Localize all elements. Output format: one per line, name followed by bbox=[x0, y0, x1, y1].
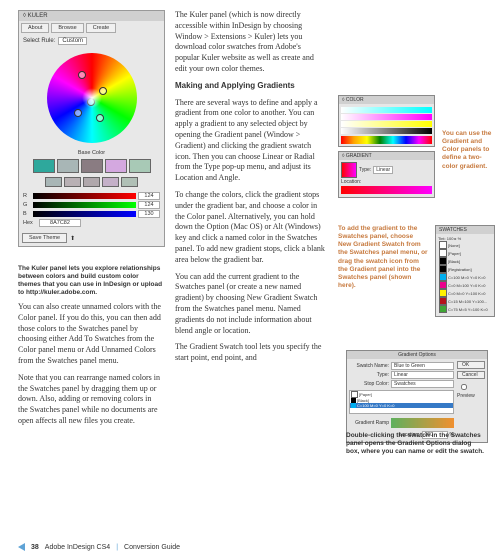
gradopt-stopcolor-dropdown[interactable]: Swatches bbox=[391, 380, 454, 388]
b-value[interactable]: 130 bbox=[138, 210, 160, 218]
r-label: R bbox=[23, 193, 31, 199]
gradient-type-dropdown[interactable]: Linear bbox=[373, 166, 393, 174]
swatch-row[interactable]: [Black] bbox=[438, 257, 492, 265]
col2-p1: The Kuler panel (which is now directly a… bbox=[175, 10, 325, 75]
gradopt-caption: Double-clicking the swatch in the Swatch… bbox=[346, 432, 486, 456]
color-panel: ◊ COLOR bbox=[338, 95, 435, 147]
gradient-location-label: Location: bbox=[341, 179, 361, 185]
hex-value[interactable]: 8A7C82 bbox=[39, 219, 81, 227]
b-slider[interactable] bbox=[33, 211, 136, 217]
footer-guide: Conversion Guide bbox=[124, 544, 180, 551]
kuler-tab-about[interactable]: About bbox=[21, 23, 49, 33]
gradopt-name-input[interactable]: Blue to Green bbox=[391, 362, 454, 370]
swatch-row[interactable]: C=0 M=100 Y=0 K=0 bbox=[438, 281, 492, 289]
g-slider[interactable] bbox=[33, 202, 136, 208]
gradopt-ok-button[interactable]: OK bbox=[457, 361, 485, 369]
gradient-swatch-icon[interactable] bbox=[341, 162, 357, 178]
gradopt-type-label: Type: bbox=[349, 372, 389, 378]
footer-divider: | bbox=[116, 544, 118, 551]
prev-page-arrow[interactable] bbox=[18, 543, 25, 551]
gradient-options-dialog: Gradient Options Swatch Name: Blue to Gr… bbox=[346, 350, 488, 443]
save-theme-button[interactable]: Save Theme bbox=[22, 233, 67, 243]
gradopt-type-dropdown[interactable]: Linear bbox=[391, 371, 454, 379]
gradopt-title: Gradient Options bbox=[347, 351, 487, 359]
col1-p1: You can also create unnamed colors with … bbox=[18, 302, 163, 367]
gradopt-name-label: Swatch Name: bbox=[349, 363, 389, 369]
swatches-title: SWATCHES bbox=[436, 226, 494, 234]
color-wheel[interactable] bbox=[47, 53, 137, 143]
swatches-panel: SWATCHES Tint: 100 ▸ % [None][Paper][Bla… bbox=[435, 225, 495, 317]
color-panel-title: ◊ COLOR bbox=[339, 96, 434, 104]
gradopt-preview-label: Preview bbox=[457, 393, 475, 399]
swatches-list: [None][Paper][Black][Registration]C=100 … bbox=[438, 241, 492, 313]
page-number: 38 bbox=[31, 544, 39, 551]
page-footer: 38 Adobe InDesign CS4 | Conversion Guide bbox=[18, 543, 180, 551]
g-value[interactable]: 124 bbox=[138, 201, 160, 209]
col1-p2: Note that you can rearrange named colors… bbox=[18, 373, 163, 427]
hex-label: Hex bbox=[23, 220, 37, 226]
swatch-row[interactable]: C=15 M=100 Y=100... bbox=[438, 297, 492, 305]
gradient-panel: ◊ GRADIENT Type: Linear Location: bbox=[338, 151, 435, 198]
col2-p3: To change the colors, click the gradient… bbox=[175, 190, 325, 266]
gradopt-stopcolor-label: Stop Color: bbox=[349, 381, 389, 387]
swatch-row[interactable]: [None] bbox=[438, 241, 492, 249]
selected-colors bbox=[19, 157, 164, 175]
muted-colors bbox=[19, 175, 164, 189]
kuler-caption: The Kuler panel lets you explore relatio… bbox=[18, 265, 163, 298]
g-label: G bbox=[23, 202, 31, 208]
footer-product: Adobe InDesign CS4 bbox=[45, 544, 110, 551]
upload-icon[interactable]: ⬆ bbox=[70, 235, 75, 242]
base-color-label: Base Color bbox=[19, 149, 164, 157]
r-value[interactable]: 124 bbox=[138, 192, 160, 200]
gradopt-ramp[interactable] bbox=[391, 418, 454, 428]
col2-p5: The Gradient Swatch tool lets you specif… bbox=[175, 342, 325, 364]
kuler-title: ◊ KULER bbox=[19, 11, 164, 21]
col2-p4: You can add the current gradient to the … bbox=[175, 272, 325, 337]
heading-gradients: Making and Applying Gradients bbox=[175, 81, 325, 92]
gradient-ramp[interactable] bbox=[341, 186, 432, 194]
gradopt-cancel-button[interactable]: Cancel bbox=[457, 371, 485, 379]
swatch-row[interactable]: C=100 M=0 Y=0 K=0 bbox=[438, 273, 492, 281]
column-1: You can also create unnamed colors with … bbox=[18, 302, 163, 433]
gradopt-ramp-label: Gradient Ramp bbox=[349, 420, 389, 426]
gradient-type-label: Type: bbox=[359, 167, 371, 173]
kuler-panel: ◊ KULER About Browse Create Select Rule:… bbox=[18, 10, 165, 247]
swatch-row[interactable]: C=0 M=0 Y=100 K=0 bbox=[438, 289, 492, 297]
select-rule-label: Select Rule: bbox=[23, 38, 55, 44]
kuler-tab-browse[interactable]: Browse bbox=[51, 23, 83, 33]
col2-p2: There are several ways to define and app… bbox=[175, 98, 325, 184]
side-note-gradient: You can use the Gradient and Color panel… bbox=[442, 130, 492, 171]
gradopt-swatch-list[interactable]: [Paper] [Black] C=100 M=0 Y=0 K=0 bbox=[349, 390, 454, 414]
swatch-row[interactable]: C=75 M=5 Y=100 K=0 bbox=[438, 305, 492, 313]
select-rule-dropdown[interactable]: Custom bbox=[58, 37, 87, 45]
swatch-row[interactable]: [Registration] bbox=[438, 265, 492, 273]
gradopt-preview-checkbox[interactable] bbox=[461, 384, 467, 390]
b-label: B bbox=[23, 211, 31, 217]
swatch-row[interactable]: [Paper] bbox=[438, 249, 492, 257]
kuler-tab-create[interactable]: Create bbox=[86, 23, 117, 33]
r-slider[interactable] bbox=[33, 193, 136, 199]
swatches-caption: To add the gradient to the Swatches pane… bbox=[338, 225, 428, 290]
gradient-panel-title: ◊ GRADIENT bbox=[339, 152, 434, 160]
column-2: The Kuler panel (which is now directly a… bbox=[175, 10, 325, 370]
